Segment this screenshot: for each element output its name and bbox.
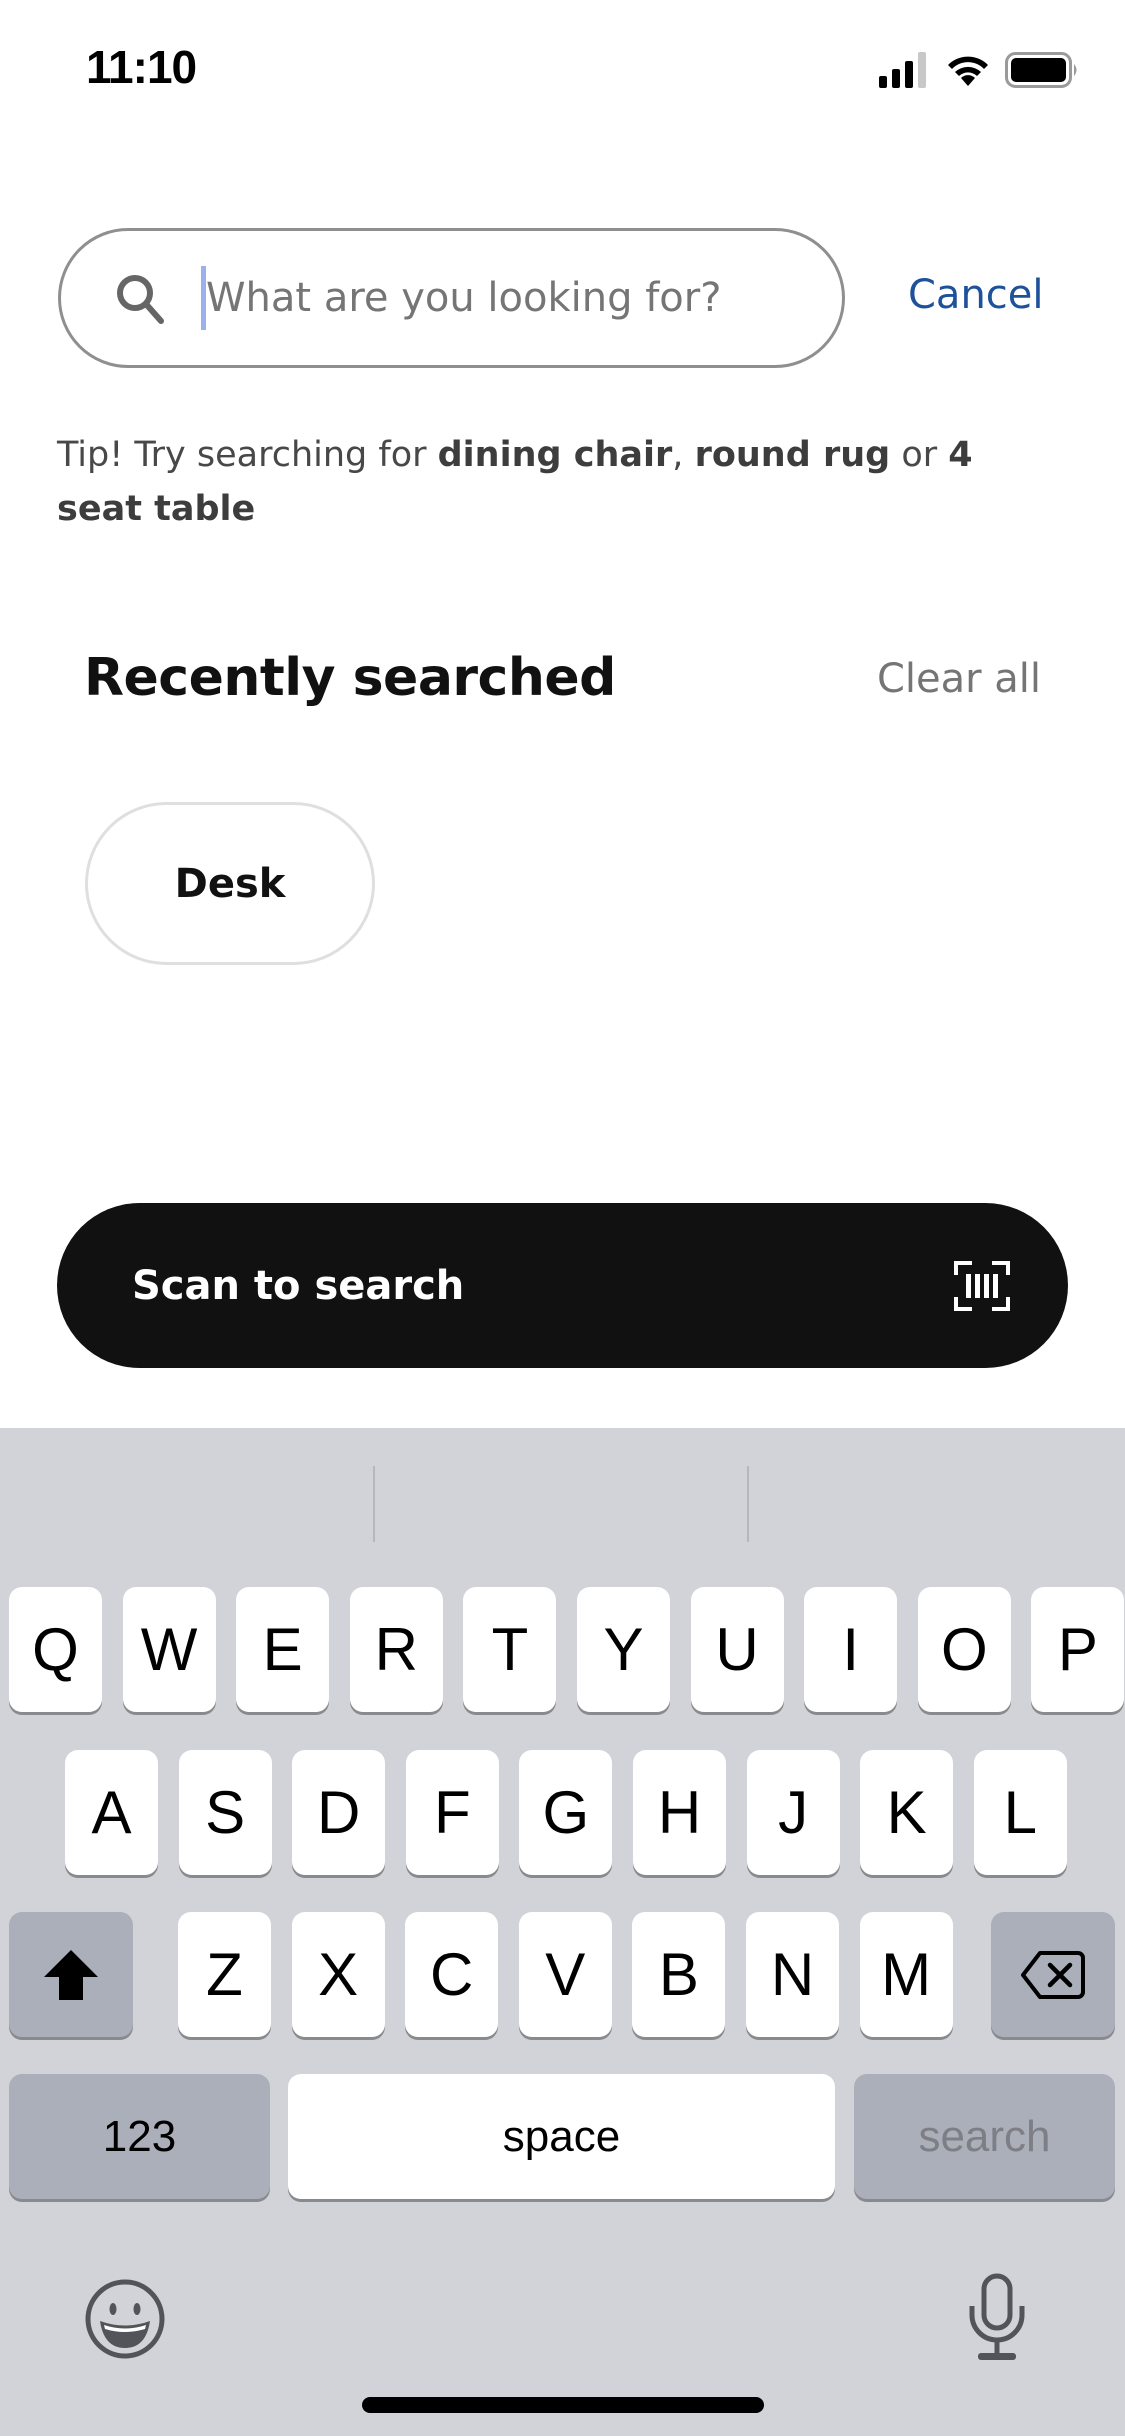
- keyboard: QWERTYUIOP ASDFGHJKL ZXCVBNM 123 space s…: [0, 1428, 1125, 2436]
- search-input[interactable]: [206, 275, 766, 321]
- key-o[interactable]: O: [917, 1587, 1011, 1712]
- shift-key[interactable]: [9, 1912, 133, 2037]
- key-u[interactable]: U: [690, 1587, 784, 1712]
- search-return-key[interactable]: search: [854, 2074, 1115, 2199]
- clear-all-button[interactable]: Clear all: [877, 656, 1041, 702]
- key-z[interactable]: Z: [178, 1912, 271, 2037]
- search-tip: Tip! Try searching for dining chair, rou…: [57, 428, 1057, 536]
- tip-separator: or: [890, 435, 949, 475]
- emoji-icon[interactable]: [84, 2278, 166, 2360]
- wifi-icon: [948, 56, 988, 86]
- battery-icon: [1005, 52, 1077, 88]
- key-n[interactable]: N: [746, 1912, 839, 2037]
- cellular-signal-icon: [879, 52, 926, 88]
- key-g[interactable]: G: [519, 1750, 613, 1875]
- key-e[interactable]: E: [236, 1587, 330, 1712]
- key-v[interactable]: V: [518, 1912, 612, 2037]
- space-key[interactable]: space: [288, 2074, 835, 2199]
- search-icon: [117, 275, 164, 324]
- key-b[interactable]: B: [632, 1912, 726, 2037]
- key-d[interactable]: D: [292, 1750, 386, 1875]
- key-x[interactable]: X: [291, 1912, 385, 2037]
- key-i[interactable]: I: [804, 1587, 898, 1712]
- delete-key[interactable]: [991, 1912, 1115, 2037]
- tip-suggestion: dining chair: [437, 435, 673, 475]
- key-t[interactable]: T: [463, 1587, 557, 1712]
- key-r[interactable]: R: [349, 1587, 443, 1712]
- backspace-icon: [1021, 1950, 1085, 1999]
- home-indicator: [362, 2397, 764, 2413]
- cancel-button[interactable]: Cancel: [908, 272, 1044, 318]
- key-a[interactable]: A: [65, 1750, 158, 1875]
- key-w[interactable]: W: [122, 1587, 216, 1712]
- tip-prefix: Tip! Try searching for: [57, 435, 438, 475]
- search-field[interactable]: [58, 228, 845, 368]
- key-c[interactable]: C: [405, 1912, 499, 2037]
- scan-to-search-button[interactable]: Scan to search: [57, 1203, 1068, 1368]
- key-k[interactable]: K: [860, 1750, 954, 1875]
- numbers-key[interactable]: 123: [9, 2074, 270, 2199]
- shift-icon: [44, 1949, 98, 2000]
- recent-search-chip[interactable]: Desk: [85, 802, 375, 965]
- status-icons: [879, 50, 1081, 90]
- suggestion-divider: [373, 1466, 375, 1542]
- key-y[interactable]: Y: [577, 1587, 670, 1712]
- scan-label: Scan to search: [132, 1262, 465, 1309]
- tip-suggestion: round rug: [694, 435, 891, 475]
- key-s[interactable]: S: [178, 1750, 272, 1875]
- microphone-icon[interactable]: [966, 2273, 1028, 2363]
- suggestion-divider: [747, 1466, 749, 1542]
- barcode-scan-icon: [954, 1260, 1010, 1311]
- key-p[interactable]: P: [1031, 1587, 1125, 1712]
- recently-searched-heading: Recently searched: [84, 648, 616, 708]
- status-time: 11:10: [86, 41, 197, 93]
- key-h[interactable]: H: [633, 1750, 726, 1875]
- key-m[interactable]: M: [859, 1912, 953, 2037]
- key-q[interactable]: Q: [9, 1587, 102, 1712]
- key-j[interactable]: J: [746, 1750, 840, 1875]
- key-f[interactable]: F: [405, 1750, 499, 1875]
- key-l[interactable]: L: [973, 1750, 1067, 1875]
- tip-separator: ,: [672, 435, 695, 475]
